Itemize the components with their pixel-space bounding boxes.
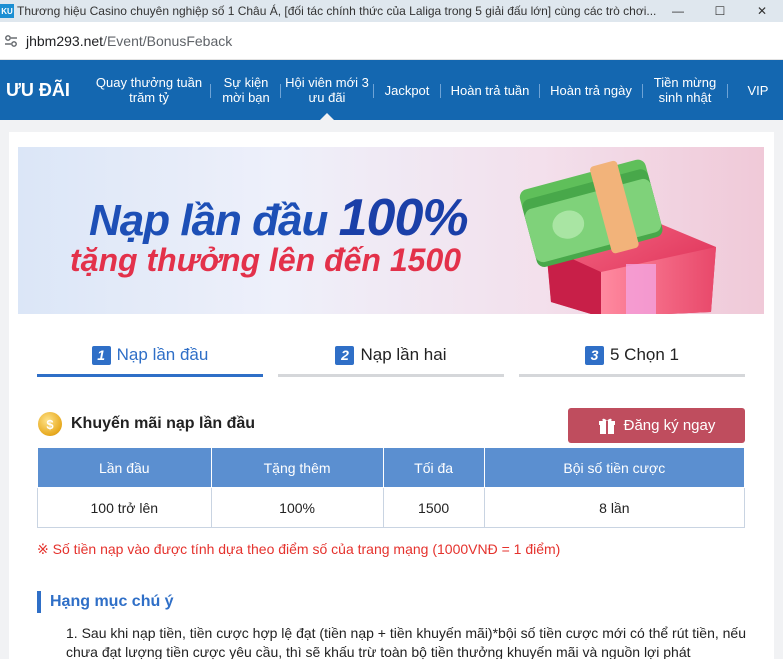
coin-icon: $	[38, 412, 62, 436]
nav-item-daily-rebate[interactable]: Hoàn trả ngày	[544, 60, 638, 120]
deposit-note: ※ Số tiền nạp vào được tính dựa theo điể…	[37, 541, 561, 557]
nav-separator	[642, 84, 643, 98]
notice-item: 1. Sau khi nạp tiền, tiền cược hợp lệ đạ…	[66, 625, 746, 659]
table-cell: 100 trở lên	[37, 487, 212, 528]
url-path: /Event/BonusFeback	[103, 32, 233, 49]
content-panel: Nạp lần đầu 100% tặng thưởng lên đến 150…	[9, 132, 774, 659]
register-now-button[interactable]: Đăng ký ngay	[568, 408, 745, 443]
banner-percent: 100%	[338, 189, 469, 247]
table-header: Tối đa	[382, 447, 485, 488]
close-button[interactable]: ✕	[741, 0, 783, 22]
tab-first-deposit[interactable]: 1 Nạp lần đầu	[37, 332, 263, 378]
nav-separator	[727, 84, 728, 98]
url-domain: jhbm293.net	[26, 32, 104, 49]
gift-box-illustration	[519, 159, 716, 314]
tab-number-badge: 1	[91, 345, 111, 365]
tab-second-deposit[interactable]: 2 Nạp lần hai	[278, 332, 504, 378]
nav-item-birthday[interactable]: Tiền mừng sinh nhật	[647, 60, 723, 120]
nav-item-invite-friends[interactable]: Sự kiện mời bạn	[215, 60, 277, 120]
notice-heading: Hạng mục chú ý	[37, 591, 174, 613]
table-header: Tặng thêm	[210, 447, 384, 488]
nav-brand[interactable]: ƯU ĐÃI	[6, 80, 86, 101]
promo-table: Lần đầu Tặng thêm Tối đa Bội số tiền cượ…	[37, 447, 746, 528]
table-header-row: Lần đầu Tặng thêm Tối đa Bội số tiền cượ…	[37, 447, 746, 488]
table-header: Lần đầu	[37, 447, 212, 488]
tab-five-choose-one[interactable]: 3 5 Chọn 1	[519, 332, 745, 378]
tab-label: Nạp lần hai	[360, 345, 447, 364]
url-text[interactable]: jhbm293.net/Event/BonusFeback	[26, 33, 232, 49]
tab-number-badge: 2	[335, 345, 355, 365]
register-now-label: Đăng ký ngay	[623, 417, 716, 434]
window-controls: — ☐ ✕	[657, 0, 783, 22]
nav-separator	[373, 84, 374, 98]
gift-icon	[598, 418, 615, 434]
nav-item-new-member[interactable]: Hội viên mới 3 ưu đãi	[285, 60, 369, 120]
banner-headline-text: Nạp lần đầu	[89, 196, 328, 245]
nav-separator	[539, 84, 540, 98]
promo-title: Khuyến mãi nạp lần đầu	[71, 415, 256, 432]
nav-separator	[280, 84, 281, 98]
table-cell: 100%	[210, 487, 384, 528]
site-settings-icon[interactable]	[2, 32, 20, 50]
address-bar[interactable]: jhbm293.net/Event/BonusFeback	[0, 22, 783, 60]
nav-item-weekly-draw[interactable]: Quay thưởng tuần trăm tỷ	[90, 60, 208, 120]
banner-headline: Nạp lần đầu 100%	[89, 188, 469, 248]
table-cell: 1500	[382, 487, 485, 528]
table-header: Bội số tiền cược	[483, 447, 746, 488]
tab-label: 5 Chọn 1	[610, 345, 679, 364]
nav-item-weekly-rebate[interactable]: Hoàn trả tuần	[445, 60, 535, 120]
nav-separator	[210, 84, 211, 98]
nav-item-vip[interactable]: VIP	[737, 60, 779, 120]
window-title: Thương hiệu Casino chuyên nghiệp số 1 Ch…	[17, 4, 657, 18]
promo-navbar: ƯU ĐÃI Quay thưởng tuần trăm tỷ Sự kiện …	[0, 60, 783, 120]
table-row: 100 trở lên 100% 1500 8 lần	[37, 487, 746, 528]
tab-number-badge: 3	[585, 345, 604, 365]
minimize-button[interactable]: —	[657, 0, 699, 22]
nav-item-jackpot[interactable]: Jackpot	[378, 60, 436, 120]
promo-banner: Nạp lần đầu 100% tặng thưởng lên đến 150…	[18, 147, 764, 314]
tab-underline	[278, 374, 504, 377]
window-titlebar: KU Thương hiệu Casino chuyên nghiệp số 1…	[0, 0, 783, 22]
tab-underline-active	[37, 374, 263, 377]
nav-separator	[440, 84, 441, 98]
maximize-button[interactable]: ☐	[699, 0, 741, 22]
table-cell: 8 lần	[483, 487, 746, 528]
tab-label: Nạp lần đầu	[116, 345, 209, 364]
banner-subline: tặng thưởng lên đến 1500	[70, 242, 462, 278]
tab-underline	[519, 374, 745, 377]
app-icon: KU	[0, 4, 14, 18]
